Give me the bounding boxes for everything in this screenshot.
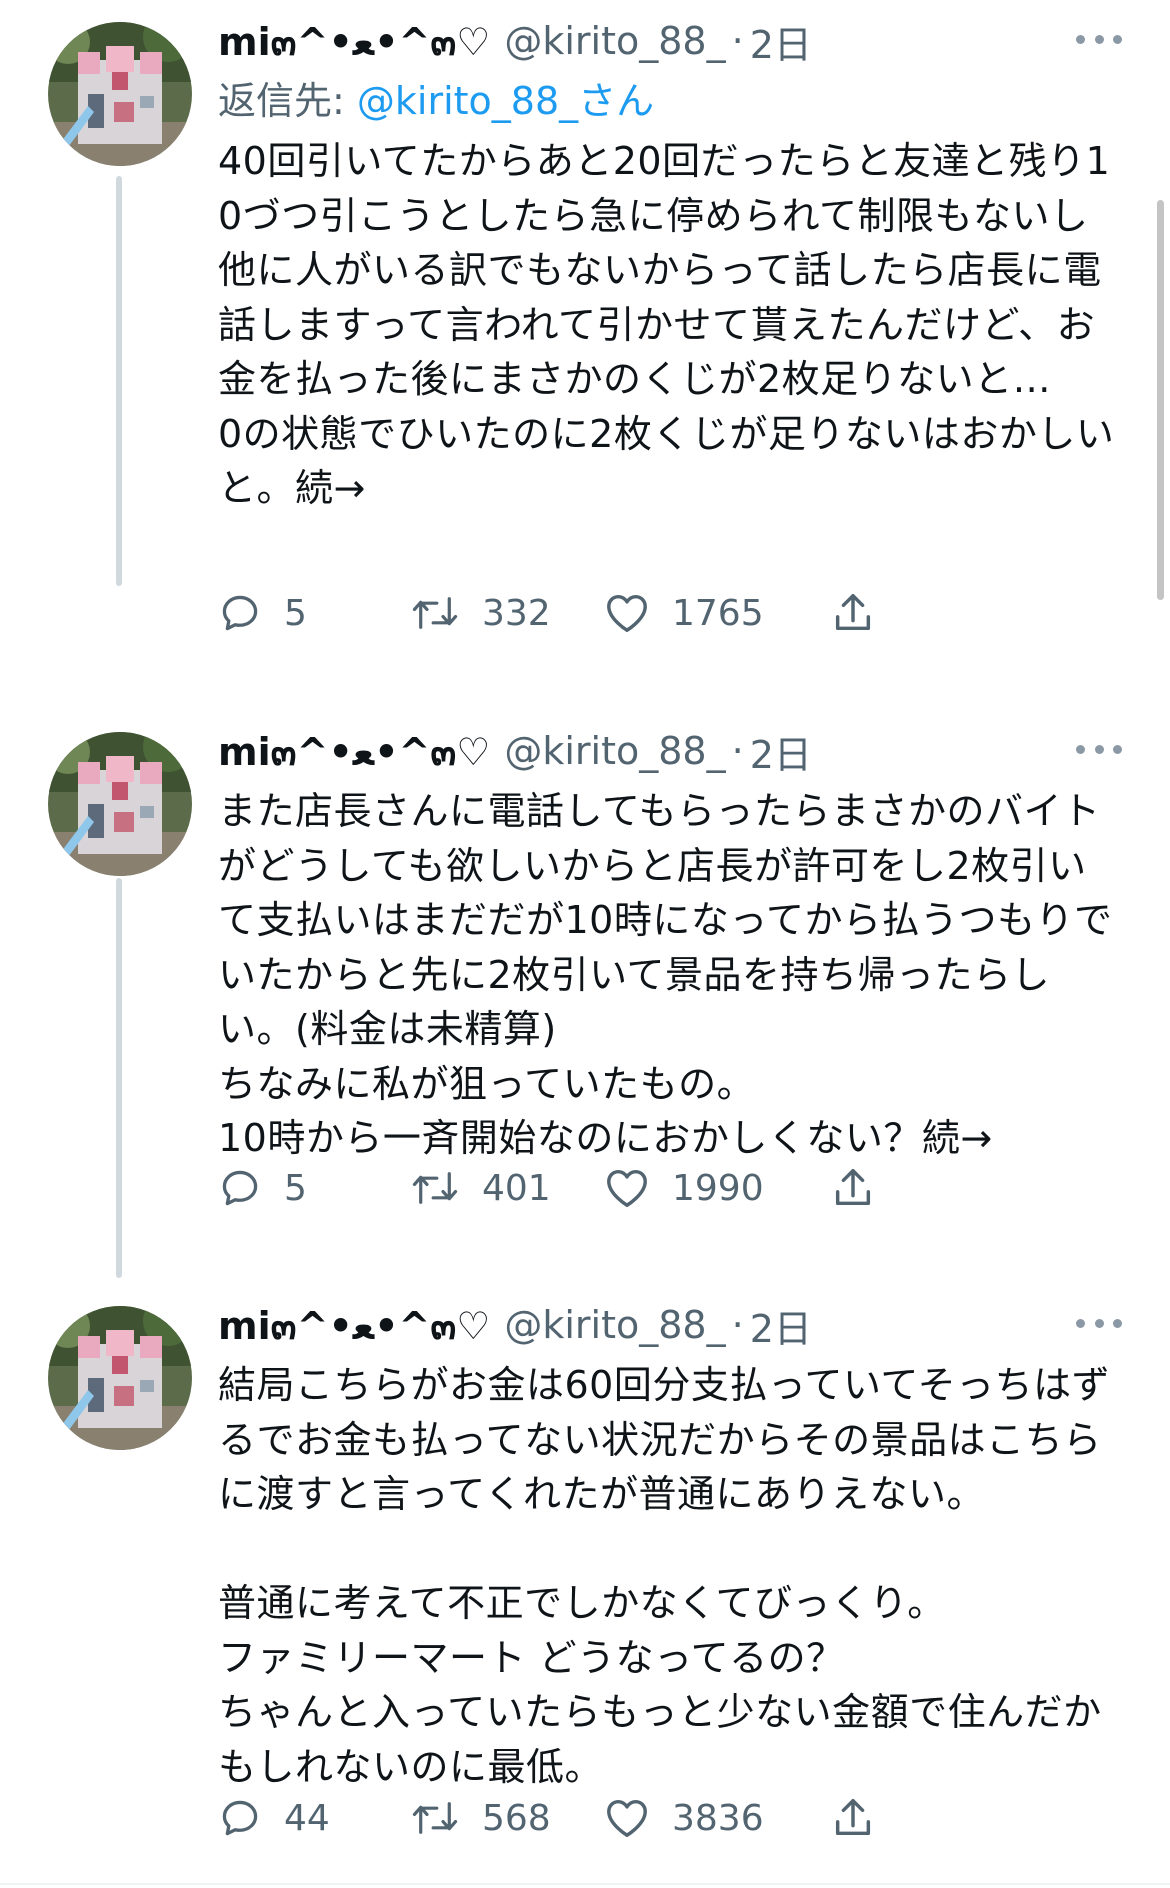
timestamp[interactable]: 2日 <box>750 1298 812 1353</box>
reply-icon <box>222 1170 258 1206</box>
heart-icon <box>607 1799 647 1837</box>
more-icon[interactable] <box>1076 1308 1122 1338</box>
like-count: 3836 <box>672 1797 764 1839</box>
tweet-actions: 5 332 1765 <box>218 583 978 643</box>
like-button[interactable]: 1765 <box>604 583 764 643</box>
handle[interactable]: @kirito_88_ <box>504 19 725 63</box>
retweet-button[interactable]: 401 <box>410 1158 551 1218</box>
retweet-button[interactable]: 568 <box>410 1788 551 1848</box>
castle-photo-avatar <box>48 732 192 876</box>
handle[interactable]: @kirito_88_ <box>504 729 725 773</box>
tweet-content: mi๓^•ﻌ•^๓♡ @kirito_88_ · 2日 返信先: @kirito… <box>218 14 1122 516</box>
tweet-text: 40回引いてたからあと20回だったらと友達と残り10づつ引こうとしたら急に停めら… <box>218 139 1115 510</box>
share-icon <box>835 1169 871 1206</box>
reply-to-prefix: 返信先: <box>218 79 357 123</box>
retweet-count: 568 <box>482 1797 551 1839</box>
tweet-actions: 5 401 1990 <box>218 1158 978 1218</box>
reply-button[interactable]: 5 <box>218 1158 307 1218</box>
reply-button[interactable]: 44 <box>218 1788 330 1848</box>
retweet-icon <box>412 1802 458 1834</box>
reply-count: 44 <box>284 1797 330 1839</box>
scrollbar[interactable] <box>1157 200 1164 600</box>
avatar[interactable] <box>48 732 192 876</box>
reply-count: 5 <box>284 1167 307 1209</box>
tweet-content: mi๓^•ﻌ•^๓♡ @kirito_88_ · 2日 結局こちらがお金は60回… <box>218 1298 1122 1794</box>
tweet-header: mi๓^•ﻌ•^๓♡ @kirito_88_ · 2日 <box>218 14 1122 68</box>
share-button[interactable] <box>830 583 876 643</box>
heart-icon <box>607 1169 647 1207</box>
more-icon[interactable] <box>1076 24 1122 54</box>
timestamp[interactable]: 2日 <box>750 724 812 779</box>
castle-photo-avatar <box>48 1306 192 1450</box>
reply-to-mention[interactable]: @kirito_88_さん <box>357 79 654 123</box>
avatar[interactable] <box>48 1306 192 1450</box>
tweet-header: mi๓^•ﻌ•^๓♡ @kirito_88_ · 2日 <box>218 1298 1122 1352</box>
reply-icon <box>222 1800 258 1836</box>
like-count: 1765 <box>672 592 764 634</box>
share-icon <box>835 1799 871 1836</box>
handle[interactable]: @kirito_88_ <box>504 1303 725 1347</box>
display-name[interactable]: mi๓^•ﻌ•^๓♡ <box>218 721 490 782</box>
more-icon[interactable] <box>1076 734 1122 764</box>
tweet-text: また店長さんに電話してもらったらまさかのバイトがどうしても欲しいからと店長が許可… <box>218 789 1113 1160</box>
tweet[interactable]: mi๓^•ﻌ•^๓♡ @kirito_88_ · 2日 また店長さんに電話しても… <box>0 710 1170 1278</box>
share-button[interactable] <box>830 1158 876 1218</box>
like-button[interactable]: 3836 <box>604 1788 764 1848</box>
divider <box>0 1883 1170 1885</box>
thread-line <box>116 878 122 1278</box>
display-name[interactable]: mi๓^•ﻌ•^๓♡ <box>218 1295 490 1356</box>
reply-button[interactable]: 5 <box>218 583 307 643</box>
reply-icon <box>222 595 258 631</box>
castle-photo-avatar <box>48 22 192 166</box>
reply-count: 5 <box>284 592 307 634</box>
share-button[interactable] <box>830 1788 876 1848</box>
thread-line <box>116 176 122 586</box>
reply-to: 返信先: @kirito_88_さん <box>218 74 1122 128</box>
heart-icon <box>607 594 647 632</box>
share-icon <box>835 594 871 631</box>
tweet[interactable]: mi๓^•ﻌ•^๓♡ @kirito_88_ · 2日 結局こちらがお金は60回… <box>0 1284 1170 1884</box>
like-count: 1990 <box>672 1167 764 1209</box>
tweet-actions: 44 568 3836 <box>218 1788 978 1848</box>
retweet-icon <box>412 597 458 629</box>
tweet[interactable]: mi๓^•ﻌ•^๓♡ @kirito_88_ · 2日 返信先: @kirito… <box>0 0 1170 634</box>
tweet-text: 結局こちらがお金は60回分支払っていてそっちはずるでお金も払ってない状況だからそ… <box>218 1363 1111 1789</box>
display-name[interactable]: mi๓^•ﻌ•^๓♡ <box>218 11 490 72</box>
timestamp[interactable]: 2日 <box>750 14 812 69</box>
separator: · <box>731 19 744 63</box>
retweet-count: 332 <box>482 592 551 634</box>
retweet-button[interactable]: 332 <box>410 583 551 643</box>
retweet-icon <box>412 1172 458 1204</box>
tweet-content: mi๓^•ﻌ•^๓♡ @kirito_88_ · 2日 また店長さんに電話しても… <box>218 724 1122 1166</box>
retweet-count: 401 <box>482 1167 551 1209</box>
timeline: mi๓^•ﻌ•^๓♡ @kirito_88_ · 2日 返信先: @kirito… <box>0 0 1170 1888</box>
tweet-header: mi๓^•ﻌ•^๓♡ @kirito_88_ · 2日 <box>218 724 1122 778</box>
avatar[interactable] <box>48 22 192 166</box>
separator: · <box>731 1303 744 1347</box>
separator: · <box>731 729 744 773</box>
like-button[interactable]: 1990 <box>604 1158 764 1218</box>
